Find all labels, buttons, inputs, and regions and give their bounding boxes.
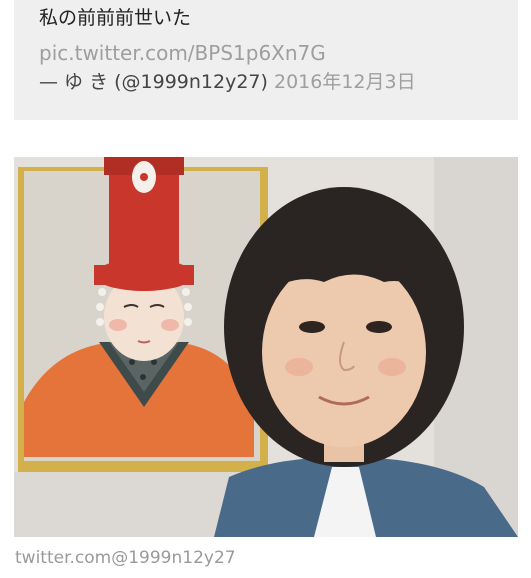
tweet-image-link[interactable]: pic.twitter.com/BPS1p6Xn7G [39,40,518,66]
tweet-photo[interactable] [14,157,518,537]
tweet-date[interactable]: 2016年12月3日 [274,71,416,93]
tweet-author[interactable]: — ゆ き (@1999n12y27) [39,71,268,93]
page: 私の前前前世いた pic.twitter.com/BPS1p6Xn7G — ゆ … [0,0,531,578]
embedded-tweet: 私の前前前世いた pic.twitter.com/BPS1p6Xn7G — ゆ … [14,0,518,120]
tweet-meta: — ゆ き (@1999n12y27) 2016年12月3日 [39,69,518,95]
selfie-photo-illustration [14,157,518,537]
photo-credit: twitter.com@1999n12y27 [15,548,236,568]
tweet-text: 私の前前前世いた [39,7,192,29]
